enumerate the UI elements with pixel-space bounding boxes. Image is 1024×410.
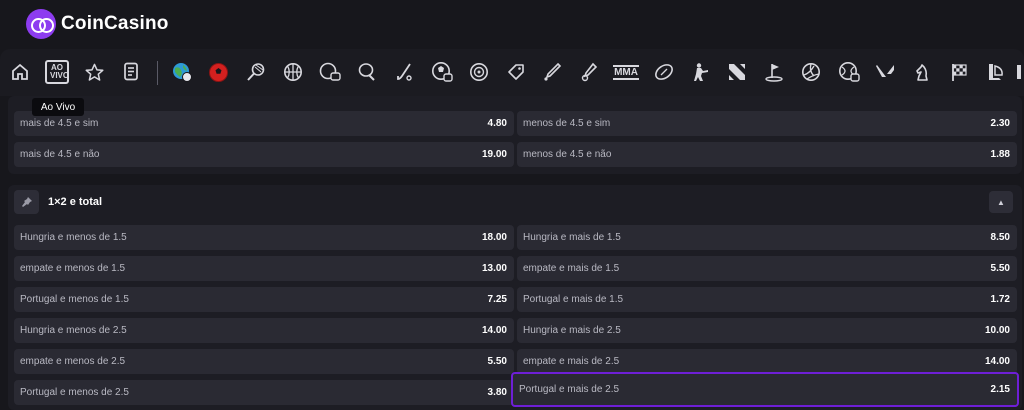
odds-value: 1.88 xyxy=(990,149,1010,160)
odds-cell[interactable]: menos de 4.5 e sim 2.30 xyxy=(517,111,1017,136)
volleyball-icon[interactable] xyxy=(800,59,822,85)
odds-value: 19.00 xyxy=(481,149,507,160)
odds-value: 5.50 xyxy=(990,263,1010,274)
collapse-market-button[interactable]: ▲ xyxy=(989,191,1013,213)
odds-cell[interactable]: Hungria e mais de 2.5 10.00 xyxy=(517,318,1017,343)
odds-cell[interactable]: empate e menos de 2.5 5.50 xyxy=(14,349,514,374)
odds-value: 2.15 xyxy=(990,384,1010,395)
nav-divider xyxy=(157,61,158,85)
odds-cell[interactable]: menos de 4.5 e não 1.88 xyxy=(517,142,1017,167)
odds-cell[interactable]: Hungria e menos de 1.5 18.00 xyxy=(14,225,514,250)
odds-value: 14.00 xyxy=(481,325,507,336)
betslip-icon[interactable] xyxy=(121,59,141,85)
top-header: CoinCasino xyxy=(0,0,1024,48)
market-panel-previous: mais de 4.5 e sim 4.80 menos de 4.5 e si… xyxy=(8,96,1022,174)
tennis-icon[interactable] xyxy=(244,59,266,85)
ao-vivo-icon[interactable]: AO VIVO xyxy=(44,59,70,85)
market-header: 1×2 e total ▲ xyxy=(8,185,1022,215)
hockey-icon[interactable] xyxy=(394,59,416,85)
golf-icon[interactable] xyxy=(763,59,785,85)
selection-label: empate e mais de 2.5 xyxy=(523,356,620,367)
sports-globe-icon[interactable] xyxy=(171,59,193,85)
ball-icon[interactable] xyxy=(430,59,454,85)
home-icon[interactable] xyxy=(10,59,30,85)
racing-flag-icon[interactable] xyxy=(948,59,970,85)
odds-cell[interactable]: empate e mais de 2.5 14.00 xyxy=(517,349,1017,374)
market-panel-1x2-total: 1×2 e total ▲ Hungria e menos de 1.5 18.… xyxy=(8,185,1022,410)
basketball-icon[interactable] xyxy=(282,59,304,85)
selection-label: empate e menos de 2.5 xyxy=(20,356,126,367)
tag-icon[interactable] xyxy=(505,59,527,85)
market-title: 1×2 e total xyxy=(48,196,103,208)
odds-cell[interactable]: mais de 4.5 e sim 4.80 xyxy=(14,111,514,136)
chess-icon[interactable] xyxy=(911,59,933,85)
odds-cell[interactable]: empate e mais de 1.5 5.50 xyxy=(517,256,1017,281)
odds-cell[interactable]: empate e menos de 1.5 13.00 xyxy=(14,256,514,281)
esports-icon[interactable] xyxy=(318,59,342,85)
nav-more-icon[interactable] xyxy=(1015,59,1024,85)
odds-cell[interactable]: Portugal e menos de 1.5 7.25 xyxy=(14,287,514,312)
mma-icon[interactable]: MMA xyxy=(613,59,639,85)
odds-value: 8.50 xyxy=(990,232,1010,243)
selection-label: Portugal e menos de 2.5 xyxy=(20,387,129,398)
selection-label: Hungria e menos de 1.5 xyxy=(20,232,127,243)
odds-cell-selected[interactable]: Portugal e mais de 2.5 2.15 xyxy=(511,372,1019,407)
counter-strike-icon[interactable] xyxy=(689,59,711,85)
selection-label: mais de 4.5 e não xyxy=(20,149,100,160)
odds-value: 13.00 xyxy=(481,263,507,274)
odds-cell[interactable]: Portugal e mais de 1.5 1.72 xyxy=(517,287,1017,312)
selection-label: Portugal e mais de 1.5 xyxy=(523,294,624,305)
selection-label: menos de 4.5 e não xyxy=(523,149,612,160)
ao-vivo-tooltip: Ao Vivo xyxy=(32,98,84,116)
sports-navbar: AO VIVO MMA xyxy=(0,49,1024,96)
selection-label: mais de 4.5 e sim xyxy=(20,118,99,129)
odds-cell[interactable]: Portugal e menos de 2.5 3.80 xyxy=(14,380,514,405)
pin-icon xyxy=(21,197,32,207)
rugby-icon[interactable] xyxy=(837,59,861,85)
selection-label: Hungria e mais de 2.5 xyxy=(523,325,621,336)
mma-label: MMA xyxy=(613,64,639,80)
soccer-ball-icon[interactable] xyxy=(207,59,229,85)
cricket-bat-icon[interactable] xyxy=(541,59,563,85)
odds-cell[interactable]: mais de 4.5 e não 19.00 xyxy=(14,142,514,167)
ao-vivo-label: AO VIVO xyxy=(45,60,69,84)
chevron-up-icon: ▲ xyxy=(997,197,1005,207)
odds-value: 5.50 xyxy=(487,356,507,367)
selection-label: Portugal e mais de 2.5 xyxy=(519,384,620,395)
brand-logo-link[interactable]: CoinCasino xyxy=(26,9,169,39)
valorant-icon[interactable] xyxy=(874,59,896,85)
odds-value: 18.00 xyxy=(481,232,507,243)
table-tennis-icon[interactable] xyxy=(356,59,378,85)
dota-icon[interactable] xyxy=(726,59,748,85)
selection-label: Hungria e menos de 2.5 xyxy=(20,325,127,336)
odds-value: 10.00 xyxy=(984,325,1010,336)
selection-label: Portugal e menos de 1.5 xyxy=(20,294,129,305)
selection-label: Hungria e mais de 1.5 xyxy=(523,232,621,243)
coincasino-logo-icon xyxy=(26,9,56,39)
baseball-icon[interactable] xyxy=(578,59,600,85)
odds-value: 14.00 xyxy=(984,356,1010,367)
star-icon[interactable] xyxy=(84,59,104,85)
odds-cell[interactable]: Hungria e mais de 1.5 8.50 xyxy=(517,225,1017,250)
league-of-legends-icon[interactable] xyxy=(985,59,1007,85)
odds-value: 3.80 xyxy=(487,387,507,398)
odds-value: 2.30 xyxy=(990,118,1010,129)
selection-label: empate e menos de 1.5 xyxy=(20,263,126,274)
odds-value: 4.80 xyxy=(487,118,507,129)
pin-market-button[interactable] xyxy=(14,190,39,214)
selection-label: empate e mais de 1.5 xyxy=(523,263,620,274)
odds-value: 1.72 xyxy=(990,294,1010,305)
odds-cell[interactable]: Hungria e menos de 2.5 14.00 xyxy=(14,318,514,343)
selection-label: menos de 4.5 e sim xyxy=(523,118,611,129)
odds-value: 7.25 xyxy=(487,294,507,305)
american-football-icon[interactable] xyxy=(653,59,675,85)
brand-name: CoinCasino xyxy=(61,13,169,34)
target-icon[interactable] xyxy=(468,59,490,85)
